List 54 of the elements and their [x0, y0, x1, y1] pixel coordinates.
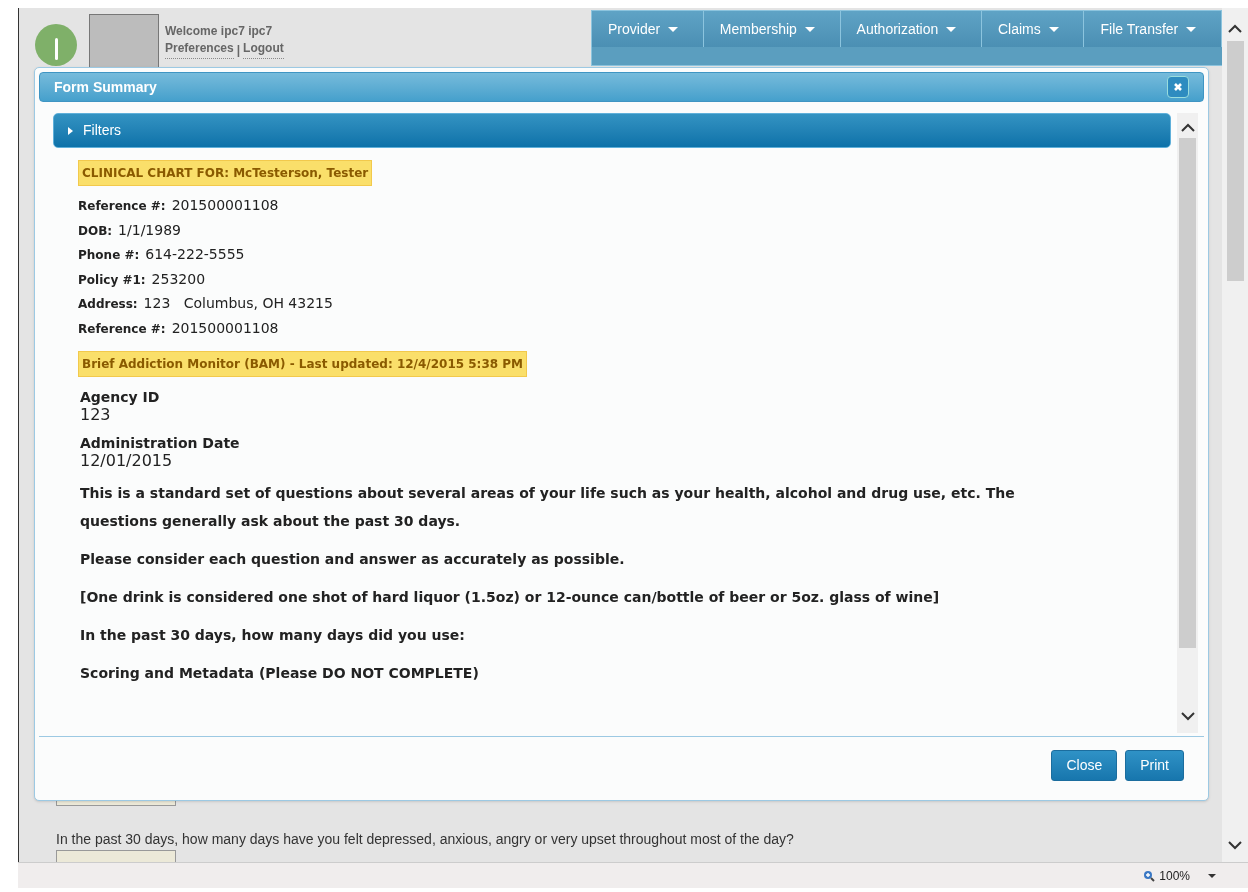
field-value: 614-222-5555 [145, 245, 245, 264]
avatar-placeholder [89, 14, 159, 70]
field-label: DOB: [78, 222, 113, 240]
instruction-text: Scoring and Metadata (Please DO NOT COMPLETE) [80, 664, 480, 683]
caret-icon [804, 26, 815, 32]
caret-icon [1048, 26, 1059, 32]
field-value: 253200 [151, 269, 206, 289]
field-label: Policy #1: [78, 271, 146, 289]
instruction-text: [One drink is considered one shot of hard liquor (1.5oz) or 12-ounce can/bottle of beer or 5oz. glass of wine] [80, 588, 941, 607]
field-label: Phone #: [78, 247, 140, 264]
dialog-button[interactable]: Print [1125, 750, 1184, 781]
content-scrollbar[interactable] [1177, 113, 1198, 733]
header-link[interactable]: Preferences [165, 41, 234, 59]
instruction-text: This is a standard set of questions about several areas of your life such as your health, alcohol and drug use, etc. The questions generally ask about the past 30 days. [80, 484, 1016, 531]
scroll-down-icon[interactable] [1180, 712, 1195, 721]
field-label: Reference #: [78, 320, 166, 338]
scroll-up-icon[interactable] [1180, 123, 1195, 132]
caret-icon [946, 26, 957, 32]
answer-label: Agency ID [80, 389, 161, 406]
zoom-icon[interactable] [1143, 869, 1156, 882]
caret-icon [1186, 26, 1197, 32]
field-value: 1/1/1989 [118, 220, 181, 240]
scroll-down-icon[interactable] [1228, 841, 1242, 850]
answer-value: 123 [80, 406, 112, 423]
form-banner: Brief Addiction Monitor (BAM) - Last updated: 12/4/2015 5:38 PM [78, 351, 528, 377]
answer-label: Administration Date [80, 435, 241, 452]
close-icon[interactable] [1167, 76, 1189, 98]
field-label: Reference #: [78, 198, 166, 215]
scrollbar-thumb[interactable] [1179, 138, 1196, 648]
welcome-text: Welcome ipc7 ipc7 [165, 23, 273, 40]
nav-menu-item[interactable]: Membership [703, 11, 841, 47]
page-scrollbar[interactable] [1222, 8, 1248, 862]
header-link[interactable]: Logout [243, 41, 284, 59]
nav-menu-item[interactable]: Authorization [840, 11, 982, 47]
instruction-text: Please consider each question and answer as accurately as possible. [80, 550, 626, 569]
scrollbar-thumb[interactable] [1226, 41, 1244, 281]
field-value: 201500001108 [171, 196, 279, 215]
dialog-title: Form Summary [54, 77, 157, 97]
caret-icon[interactable] [1208, 873, 1216, 878]
nav-menu-item[interactable]: Provider [592, 11, 704, 47]
filters-bar[interactable]: Filters [53, 113, 1171, 148]
chart-banner: CLINICAL CHART FOR: McTesterson, Tester [78, 160, 373, 186]
question-text: In the past 30 days, how many days have you felt depressed, anxious, angry or very upset throughout most of the day? [56, 830, 794, 849]
dialog-button[interactable]: Close [1051, 750, 1118, 781]
field-value: 201500001108 [171, 318, 279, 338]
zoom-level[interactable]: 100% [1159, 866, 1190, 885]
caret-icon [668, 26, 679, 32]
field-value: 123 Columbus, OH 43215 [143, 294, 333, 313]
link-separator: | [236, 42, 241, 59]
scroll-up-icon[interactable] [1228, 24, 1242, 33]
nav-menu-item[interactable]: Claims [982, 11, 1085, 47]
answer-value: 12/01/2015 [80, 452, 174, 469]
instruction-text: In the past 30 days, how many days did you use: [80, 626, 466, 645]
field-label: Address: [78, 296, 138, 313]
